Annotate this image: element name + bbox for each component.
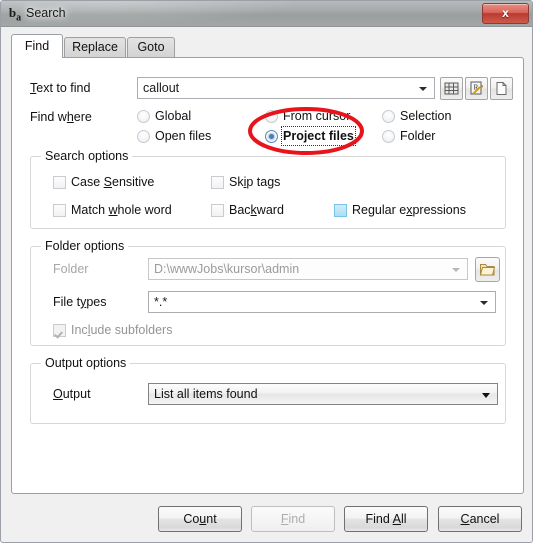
- radio-dot: [382, 110, 395, 123]
- checkbox-box: [53, 176, 66, 189]
- tab-find[interactable]: Find: [11, 34, 63, 58]
- radio-dot: [137, 130, 150, 143]
- checkbox-box: [334, 204, 347, 217]
- hash-grid-icon: [444, 82, 459, 95]
- chevron-down-icon[interactable]: [482, 393, 490, 398]
- radio-dot: [382, 130, 395, 143]
- search-options-title: Search options: [41, 149, 133, 163]
- tab-goto[interactable]: Goto: [127, 37, 175, 58]
- checkbox-box: [211, 176, 224, 189]
- radio-label: Folder: [400, 129, 436, 143]
- radio-label: Global: [155, 109, 192, 123]
- folder-path-value: D:\wwwJobs\kursor\admin: [154, 262, 300, 276]
- folder-options-title: Folder options: [41, 239, 129, 253]
- radio-label: Project files: [281, 126, 356, 146]
- tab-replace[interactable]: Replace: [64, 37, 126, 58]
- find-all-button[interactable]: Find All: [344, 506, 428, 532]
- folder-options-group: Folder options Folder D:\wwwJobs\kursor\…: [30, 239, 506, 346]
- checkbox-label: Backward: [229, 203, 284, 217]
- count-button[interactable]: Count: [158, 506, 242, 532]
- radio-label: Open files: [155, 129, 212, 143]
- chevron-down-icon[interactable]: [419, 87, 427, 91]
- output-select[interactable]: List all items found: [148, 383, 498, 405]
- folder-path-input[interactable]: D:\wwwJobs\kursor\admin: [148, 258, 468, 280]
- search-options-group: Search options Case Sensitive Skip tags …: [30, 149, 506, 229]
- radio-label: From cursor: [283, 109, 351, 123]
- page-icon-button[interactable]: [490, 77, 513, 100]
- output-options-group: Output options Output List all items fou…: [30, 356, 506, 424]
- checkbox-label: Regular expressions: [352, 203, 466, 217]
- checkbox-label: Match whole word: [71, 203, 172, 217]
- regex-edit-icon: R: [470, 81, 484, 95]
- output-value: List all items found: [154, 387, 258, 401]
- page-icon: [496, 82, 507, 95]
- checkbox-label: Skip tags: [229, 175, 281, 189]
- close-icon: x: [502, 6, 509, 20]
- search-dialog-window: ba Search x Find Replace Goto Text to fi…: [0, 0, 533, 543]
- chevron-down-icon[interactable]: [452, 268, 460, 272]
- folder-icon: [479, 264, 496, 276]
- file-types-value: *.*: [154, 295, 168, 309]
- text-to-find-label: Text to find: [30, 81, 91, 95]
- checkbox-box: [211, 204, 224, 217]
- hash-grid-icon-button[interactable]: [440, 77, 463, 100]
- close-button[interactable]: x: [482, 3, 529, 24]
- output-label: Output: [53, 387, 91, 401]
- text-to-find-input[interactable]: callout: [137, 77, 435, 99]
- checkbox-label: Case Sensitive: [71, 175, 155, 189]
- output-options-title: Output options: [41, 356, 131, 370]
- file-types-input[interactable]: *.*: [148, 291, 496, 313]
- checkbox-box: [53, 324, 66, 337]
- radio-dot: [265, 110, 278, 123]
- checkbox-box: [53, 204, 66, 217]
- find-button: Find: [251, 506, 335, 532]
- radio-dot: [137, 110, 150, 123]
- cancel-button[interactable]: Cancel: [438, 506, 522, 532]
- radio-dot: [265, 130, 278, 143]
- title-bar: ba Search x: [1, 1, 532, 27]
- find-tab-page: Text to find callout R Find where Global…: [11, 57, 524, 494]
- regex-edit-icon-button[interactable]: R: [465, 77, 488, 100]
- checkbox-label: Include subfolders: [71, 323, 173, 337]
- window-title: Search: [26, 6, 66, 20]
- text-to-find-value: callout: [143, 81, 180, 95]
- browse-folder-button[interactable]: [475, 257, 500, 282]
- chevron-down-icon[interactable]: [480, 301, 488, 305]
- radio-label: Selection: [400, 109, 452, 123]
- file-types-label: File types: [53, 295, 107, 309]
- folder-label: Folder: [53, 262, 89, 276]
- find-where-label: Find where: [30, 110, 92, 124]
- ba-icon: ba: [8, 5, 22, 24]
